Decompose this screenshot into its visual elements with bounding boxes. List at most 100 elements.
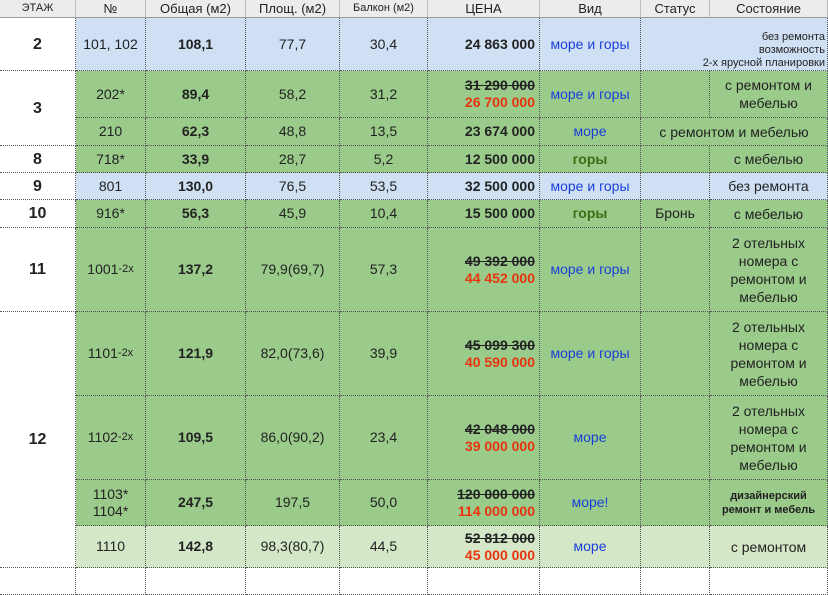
living-area: 86,0(90,2) — [246, 396, 340, 480]
apartment-number: 202* — [76, 71, 146, 118]
new-price: 40 590 000 — [464, 353, 535, 370]
old-price: 49 392 000 — [464, 252, 535, 269]
view-cell: море и горы — [540, 71, 641, 118]
old-price: 120 000 000 — [457, 485, 535, 502]
header-condition: Состояние — [710, 0, 828, 18]
view-cell: горы — [540, 146, 641, 173]
new-price: 39 000 000 — [464, 437, 535, 454]
view-cell: море! — [540, 480, 641, 526]
condition-line: без ремонта — [761, 31, 825, 43]
price: 32 500 000 — [464, 177, 535, 194]
living-area: 45,9 — [246, 200, 340, 228]
condition-cell: с ремонтом и мебелью — [641, 118, 828, 146]
price-cell: 31 290 000 26 700 000 — [428, 71, 540, 118]
price-cell: 23 674 000 — [428, 118, 540, 146]
status-cell — [641, 312, 710, 396]
header-floor: ЭТАЖ — [0, 0, 76, 18]
condition-cell: с ремонтом и мебелью — [710, 71, 828, 118]
empty-cell — [146, 568, 246, 595]
price-cell: 45 099 300 40 590 000 — [428, 312, 540, 396]
balcony-area: 23,4 — [340, 396, 428, 480]
balcony-area: 5,2 — [340, 146, 428, 173]
apartment-number-suffix: -2x — [117, 431, 134, 443]
empty-cell — [0, 568, 76, 595]
balcony-area: 50,0 — [340, 480, 428, 526]
balcony-area: 10,4 — [340, 200, 428, 228]
price-cell: 49 392 000 44 452 000 — [428, 228, 540, 312]
total-area: 137,2 — [146, 228, 246, 312]
price: 12 500 000 — [464, 150, 535, 167]
balcony-area: 57,3 — [340, 228, 428, 312]
total-area: 33,9 — [146, 146, 246, 173]
living-area: 28,7 — [246, 146, 340, 173]
floor-cell: 8 — [0, 146, 76, 173]
status-cell — [641, 173, 710, 200]
condition-cell: без ремонта — [710, 173, 828, 200]
price-cell: 120 000 000 114 000 000 — [428, 480, 540, 526]
view-cell: море и горы — [540, 18, 641, 71]
empty-cell — [641, 568, 710, 595]
new-price: 44 452 000 — [464, 269, 535, 286]
view-cell: горы — [540, 200, 641, 228]
total-area: 108,1 — [146, 18, 246, 71]
price-cell: 24 863 000 — [428, 18, 540, 71]
header-number: № — [76, 0, 146, 18]
apartment-number: 210 — [76, 118, 146, 146]
old-price: 45 099 300 — [464, 336, 535, 353]
apartment-number-text: 1001 — [87, 261, 119, 277]
empty-cell — [540, 568, 641, 595]
status-cell — [641, 526, 710, 568]
status-cell — [641, 228, 710, 312]
living-area: 48,8 — [246, 118, 340, 146]
living-area: 82,0(73,6) — [246, 312, 340, 396]
new-price: 45 000 000 — [464, 546, 535, 563]
total-area: 89,4 — [146, 71, 246, 118]
balcony-area: 13,5 — [340, 118, 428, 146]
apartment-number-text: 1101 — [87, 345, 118, 361]
condition-cell: дизайнерский ремонт и мебель — [710, 480, 828, 526]
apartment-number: 718* — [76, 146, 146, 173]
condition-cell: 2 отельных номера с ремонтом и мебелью — [710, 396, 828, 480]
empty-cell — [76, 568, 146, 595]
living-area: 77,7 — [246, 18, 340, 71]
header-view: Вид — [540, 0, 641, 18]
total-area: 142,8 — [146, 526, 246, 568]
header-total: Общая (м2) — [146, 0, 246, 18]
floor-cell: 10 — [0, 200, 76, 228]
status-cell — [641, 396, 710, 480]
balcony-area: 39,9 — [340, 312, 428, 396]
living-area: 98,3(80,7) — [246, 526, 340, 568]
condition-line: 2-х ярусной планировки — [702, 57, 825, 69]
living-area: 76,5 — [246, 173, 340, 200]
living-area: 79,9(69,7) — [246, 228, 340, 312]
apartment-number: 916* — [76, 200, 146, 228]
living-area: 197,5 — [246, 480, 340, 526]
total-area: 62,3 — [146, 118, 246, 146]
price-cell: 12 500 000 — [428, 146, 540, 173]
condition-cell: с ремонтом — [710, 526, 828, 568]
price-table: ЭТАЖ № Общая (м2) Площ. (м2) Балкон (м2) ЦЕНА… — [0, 0, 828, 595]
condition-cell: без ремонта возможность 2-х ярусной планир… — [641, 18, 828, 71]
apartment-number: 1103* 1104* — [76, 480, 146, 526]
status-cell — [641, 71, 710, 118]
price-cell: 52 812 000 45 000 000 — [428, 526, 540, 568]
view-cell: море — [540, 118, 641, 146]
condition-cell: 2 отельных номера с ремонтом и мебелью — [710, 228, 828, 312]
floor-cell: 3 — [0, 71, 76, 146]
apartment-number: 1102 -2x — [76, 396, 146, 480]
price: 15 500 000 — [464, 205, 535, 221]
empty-cell — [246, 568, 340, 595]
header-area: Площ. (м2) — [246, 0, 340, 18]
view-cell: море и горы — [540, 173, 641, 200]
view-cell: море — [540, 526, 641, 568]
apartment-number: 1001 -2x — [76, 228, 146, 312]
header-status: Статус — [641, 0, 710, 18]
floor-cell: 9 — [0, 173, 76, 200]
balcony-area: 30,4 — [340, 18, 428, 71]
apartment-number-suffix: -2x — [118, 263, 134, 275]
total-area: 130,0 — [146, 173, 246, 200]
price: 23 674 000 — [464, 123, 535, 139]
empty-cell — [340, 568, 428, 595]
view-cell: море и горы — [540, 312, 641, 396]
floor-cell: 11 — [0, 228, 76, 312]
